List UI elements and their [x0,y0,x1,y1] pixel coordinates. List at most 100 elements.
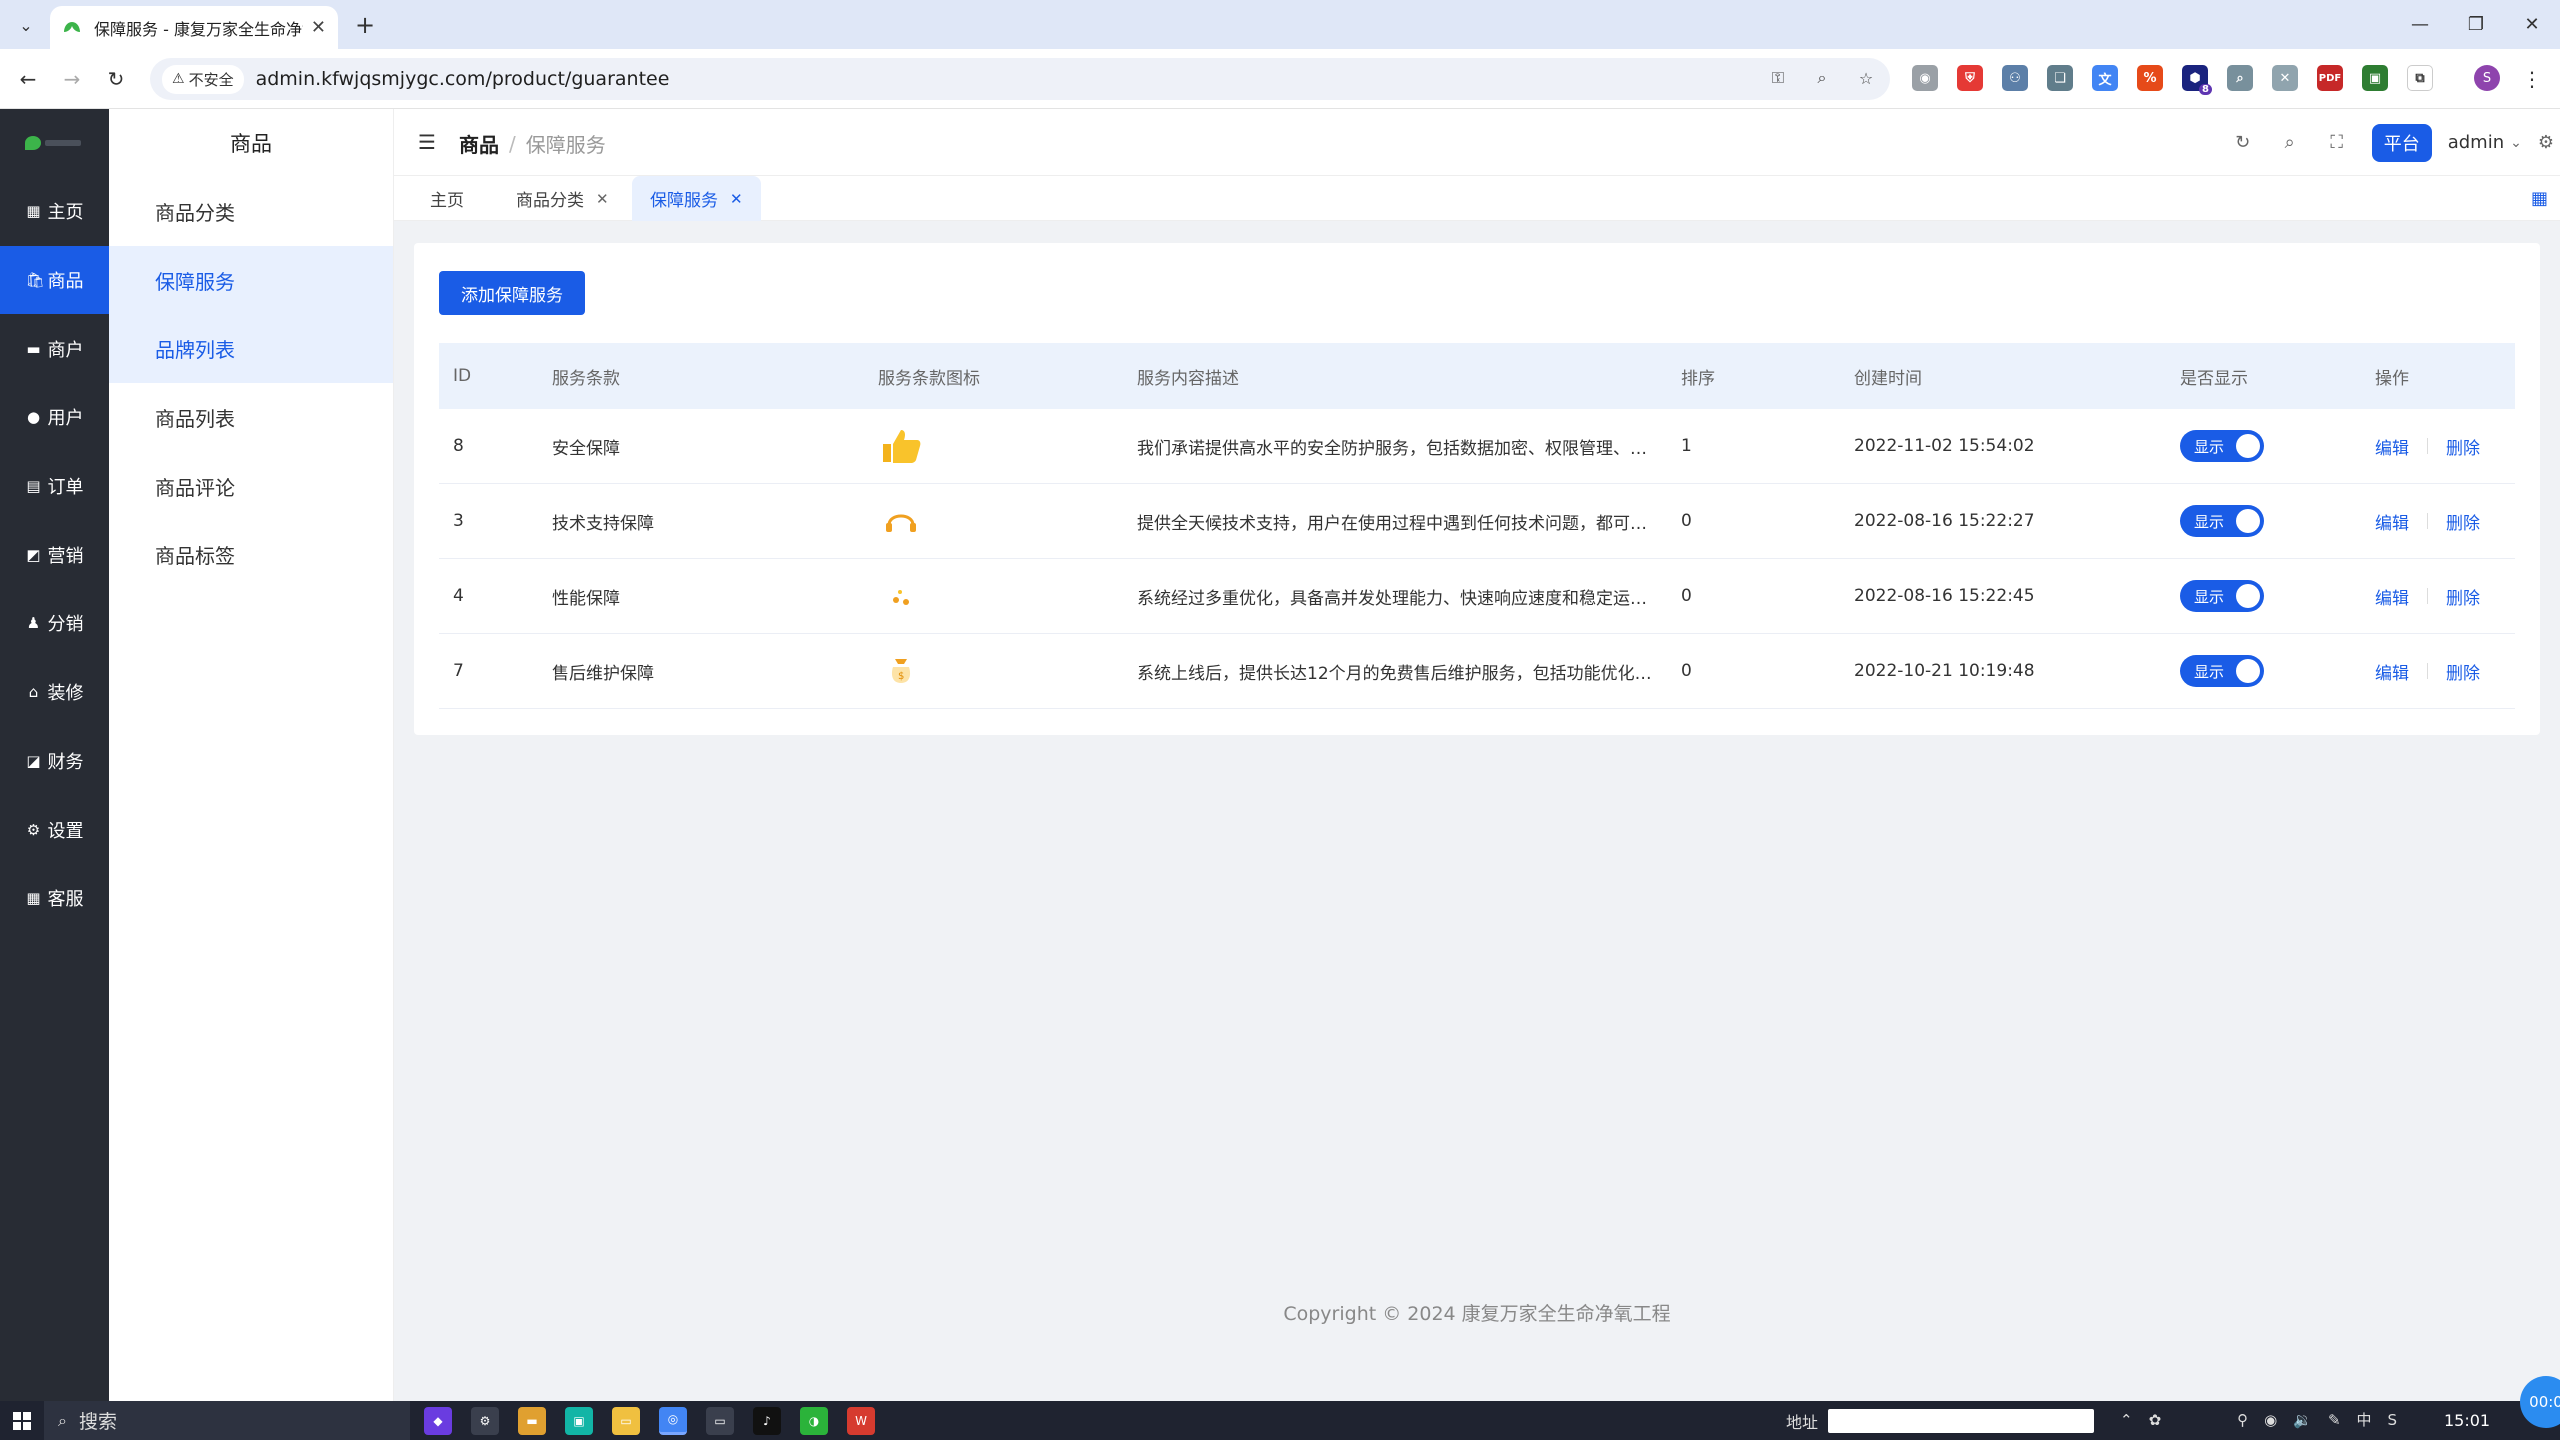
wechat-app-icon[interactable]: ◑ [800,1406,828,1435]
submenu-item-reviews[interactable]: 商品评论 [109,452,393,521]
submenu-item-guarantee[interactable]: 保障服务 [109,245,393,315]
address-bar[interactable]: ⚠ 不安全 admin.kfwjqsmjygc.com/product/guar… [150,58,1890,100]
forward-icon[interactable]: → [58,65,86,93]
delete-link[interactable]: 删除 [2446,434,2480,459]
copy-extension-icon[interactable]: ❏ [2047,65,2073,91]
sidebar-item-users[interactable]: ● 用户 [0,383,109,452]
show-toggle[interactable]: 显示 [2180,655,2264,687]
pen-icon[interactable]: ✎ [2328,1411,2341,1429]
close-window-icon[interactable]: ✕ [2504,0,2560,49]
weibo-icon[interactable]: ◉ [2264,1411,2277,1429]
network-extension-icon[interactable]: ⚇ [2002,65,2028,91]
app-logo[interactable] [0,109,109,177]
add-guarantee-button[interactable]: 添加保障服务 [439,271,585,315]
sidebar-item-customer-service[interactable]: ▦ 客服 [0,864,109,933]
password-key-icon[interactable]: ⚿ [1766,66,1790,90]
taskbar-clock[interactable]: 15:01 [2444,1401,2490,1440]
settings-app-icon[interactable]: ⚙ [471,1406,499,1435]
tray-search-icon[interactable]: ⚲ [2237,1411,2248,1429]
bookmark-star-icon[interactable]: ☆ [1854,66,1878,90]
submenu-item-category[interactable]: 商品分类 [109,177,393,246]
show-toggle[interactable]: 显示 [2180,430,2264,462]
fullscreen-icon[interactable]: ⛶ [2325,131,2349,155]
camera-extension-icon[interactable]: ◉ [1912,65,1938,91]
app-icon-teal[interactable]: ▣ [565,1406,593,1435]
explorer-app-icon[interactable]: ▭ [612,1406,640,1435]
tab-home[interactable]: 主页 [412,176,482,221]
back-icon[interactable]: ← [14,65,42,93]
sidebar-item-decoration[interactable]: ⌂ 装修 [0,658,109,727]
browser-menu-icon[interactable]: ⋮ [2522,65,2542,93]
taskbar-search[interactable]: ⌕ 搜索 [44,1401,410,1440]
puzzle-extensions-icon[interactable]: ⧉ [2407,65,2433,91]
close-tab-icon[interactable]: ✕ [596,190,609,208]
sidebar-item-finance[interactable]: ◪ 财务 [0,727,109,796]
edit-link[interactable]: 编辑 [2375,509,2409,534]
edit-link[interactable]: 编辑 [2375,659,2409,684]
x-extension-icon[interactable]: ✕ [2272,65,2298,91]
chrome-app-icon[interactable]: ◎ [659,1406,687,1435]
settings-icon[interactable]: ⚙ [2538,132,2554,153]
grid-menu-icon[interactable]: ▦ [2531,188,2548,209]
new-tab-button[interactable]: + [350,10,380,40]
sidebar-item-marketing[interactable]: ◩ 营销 [0,520,109,589]
start-button[interactable] [0,1401,44,1440]
tab-guarantee[interactable]: 保障服务 ✕ [632,176,761,221]
security-chip[interactable]: ⚠ 不安全 [162,64,244,94]
show-toggle[interactable]: 显示 [2180,580,2264,612]
address-input[interactable] [1828,1409,2095,1433]
translate-extension-icon[interactable]: 文 [2092,65,2118,91]
remote-app-icon[interactable]: ▭ [706,1406,734,1435]
sidebar-item-settings[interactable]: ⚙ 设置 [0,795,109,864]
shield-extension-icon[interactable]: ⛨ [1957,65,1983,91]
percent-extension-icon[interactable]: % [2137,65,2163,91]
zoom-icon[interactable]: ⌕ [1810,66,1834,90]
minimize-icon[interactable]: — [2392,0,2448,49]
tab-search-button[interactable]: ⌄ [10,10,42,40]
folder-app-icon[interactable]: ▬ [518,1406,546,1435]
reload-icon[interactable]: ↻ [102,65,130,93]
close-tab-icon[interactable]: ✕ [730,190,743,208]
edit-link[interactable]: 编辑 [2375,434,2409,459]
tab-product-category[interactable]: 商品分类 ✕ [498,176,627,221]
platform-badge[interactable]: 平台 [2371,123,2432,162]
delete-link[interactable]: 删除 [2446,584,2480,609]
submenu-item-brand-list[interactable]: 品牌列表 [109,314,393,384]
wps-app-icon[interactable]: W [847,1406,875,1435]
chevron-down-icon[interactable]: ⌄ [2510,135,2522,151]
green-extension-icon[interactable]: ▣ [2362,65,2388,91]
close-tab-icon[interactable]: ✕ [311,17,326,38]
profile-avatar[interactable]: S [2474,65,2500,91]
ime-indicator[interactable]: 中 [2357,1409,2372,1430]
sidebar-item-products[interactable]: 🛍 商品 [0,245,109,315]
sidebar-item-orders[interactable]: ▤ 订单 [0,452,109,521]
sidebar-item-home[interactable]: ▦ 主页 [0,177,109,246]
search-extension-icon[interactable]: ⌕ [2227,65,2253,91]
badge-extension-icon[interactable]: ⬢ 8 [2182,65,2212,95]
delete-link[interactable]: 删除 [2446,659,2480,684]
submenu-item-tags[interactable]: 商品标签 [109,520,393,589]
app-icon-1[interactable]: ◆ [424,1406,452,1435]
show-toggle[interactable]: 显示 [2180,505,2264,537]
search-icon[interactable]: ⌕ [2278,131,2302,155]
edit-link[interactable]: 编辑 [2375,584,2409,609]
breadcrumb-parent[interactable]: 商品 [459,129,499,158]
chevron-up-icon[interactable]: ⌃ [2120,1411,2133,1429]
sidebar-item-distribution[interactable]: ♟ 分销 [0,589,109,658]
submenu-item-product-list[interactable]: 商品列表 [109,383,393,452]
browser-tab-active[interactable]: 保障服务 - 康复万家全生命净氧工 ✕ [50,6,338,49]
url-text[interactable]: admin.kfwjqsmjygc.com/product/guarantee [256,68,670,90]
delete-link[interactable]: 删除 [2446,509,2480,534]
wallet-icon: ◪ [26,751,41,770]
sidebar-item-merchants[interactable]: ▬ 商户 [0,314,109,383]
sidebar-item-label: 营销 [47,545,84,567]
volume-icon[interactable]: 🔉 [2293,1411,2312,1429]
sogou-icon[interactable]: S [2388,1411,2398,1429]
tiktok-app-icon[interactable]: ♪ [753,1406,781,1435]
menu-toggle-icon[interactable]: ☰ [416,130,438,154]
user-name[interactable]: admin [2448,132,2504,153]
refresh-icon[interactable]: ↻ [2231,131,2255,155]
restore-icon[interactable]: ❐ [2448,0,2504,49]
pdf-extension-icon[interactable]: PDF [2317,65,2343,91]
tray-app-icon[interactable]: ✿ [2149,1411,2162,1429]
